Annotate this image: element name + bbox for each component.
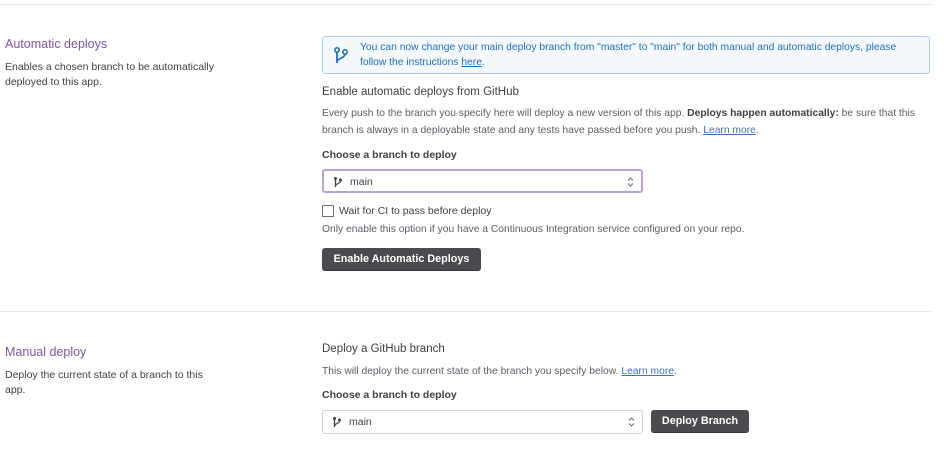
wait-for-ci-label[interactable]: Wait for CI to pass before deploy	[339, 205, 492, 217]
manual-deploy-heading: Deploy a GitHub branch	[322, 343, 445, 355]
chevron-updown-icon	[627, 177, 634, 187]
automatic-deploys-description: Enables a chosen branch to be automatica…	[5, 61, 214, 88]
learn-more-suffix: .	[755, 125, 759, 136]
deploy-branch-button[interactable]: Deploy Branch	[651, 410, 749, 433]
body-start: Every push to the branch you specify her…	[322, 108, 688, 119]
top-divider	[0, 4, 932, 5]
section-divider	[0, 311, 932, 312]
body-bold: Deploys happen automatically:	[687, 108, 839, 119]
automatic-deploys-heading: Enable automatic deploys from GitHub	[322, 86, 519, 98]
manual-learn-more-suffix: .	[674, 366, 677, 377]
manual-learn-more-link[interactable]: Learn more	[621, 366, 674, 377]
manual-body-text: This will deploy the current state of th…	[322, 366, 622, 377]
manual-branch-value: main	[349, 416, 372, 428]
main-branch-banner: You can now change your main deploy bran…	[322, 36, 930, 74]
git-branch-icon	[334, 177, 342, 187]
manual-branch-select[interactable]: main	[322, 410, 643, 434]
manual-deploy-description: Deploy the current state of a branch to …	[5, 369, 203, 396]
automatic-deploys-body: Every push to the branch you specify her…	[322, 105, 932, 139]
manual-branch-label: Choose a branch to deploy	[322, 389, 457, 401]
manual-deploy-body: This will deploy the current state of th…	[322, 363, 932, 380]
wait-for-ci-checkbox[interactable]	[322, 205, 334, 217]
banner-suffix: .	[481, 57, 485, 68]
enable-automatic-deploys-button[interactable]: Enable Automatic Deploys	[322, 248, 481, 271]
git-branch-icon	[333, 417, 341, 427]
learn-more-link[interactable]: Learn more	[703, 125, 756, 136]
auto-branch-value: main	[350, 176, 373, 188]
manual-deploy-title: Manual deploy	[5, 345, 87, 359]
banner-text: You can now change your main deploy bran…	[360, 40, 919, 70]
auto-branch-select[interactable]: main	[322, 169, 643, 193]
automatic-deploys-title: Automatic deploys	[5, 37, 108, 51]
banner-here-link[interactable]: here	[461, 57, 482, 68]
ci-help-text: Only enable this option if you have a Co…	[322, 224, 745, 235]
chevron-updown-icon	[628, 417, 635, 427]
git-branch-icon	[333, 46, 349, 63]
auto-branch-label: Choose a branch to deploy	[322, 149, 457, 161]
banner-message: You can now change your main deploy bran…	[360, 42, 897, 68]
